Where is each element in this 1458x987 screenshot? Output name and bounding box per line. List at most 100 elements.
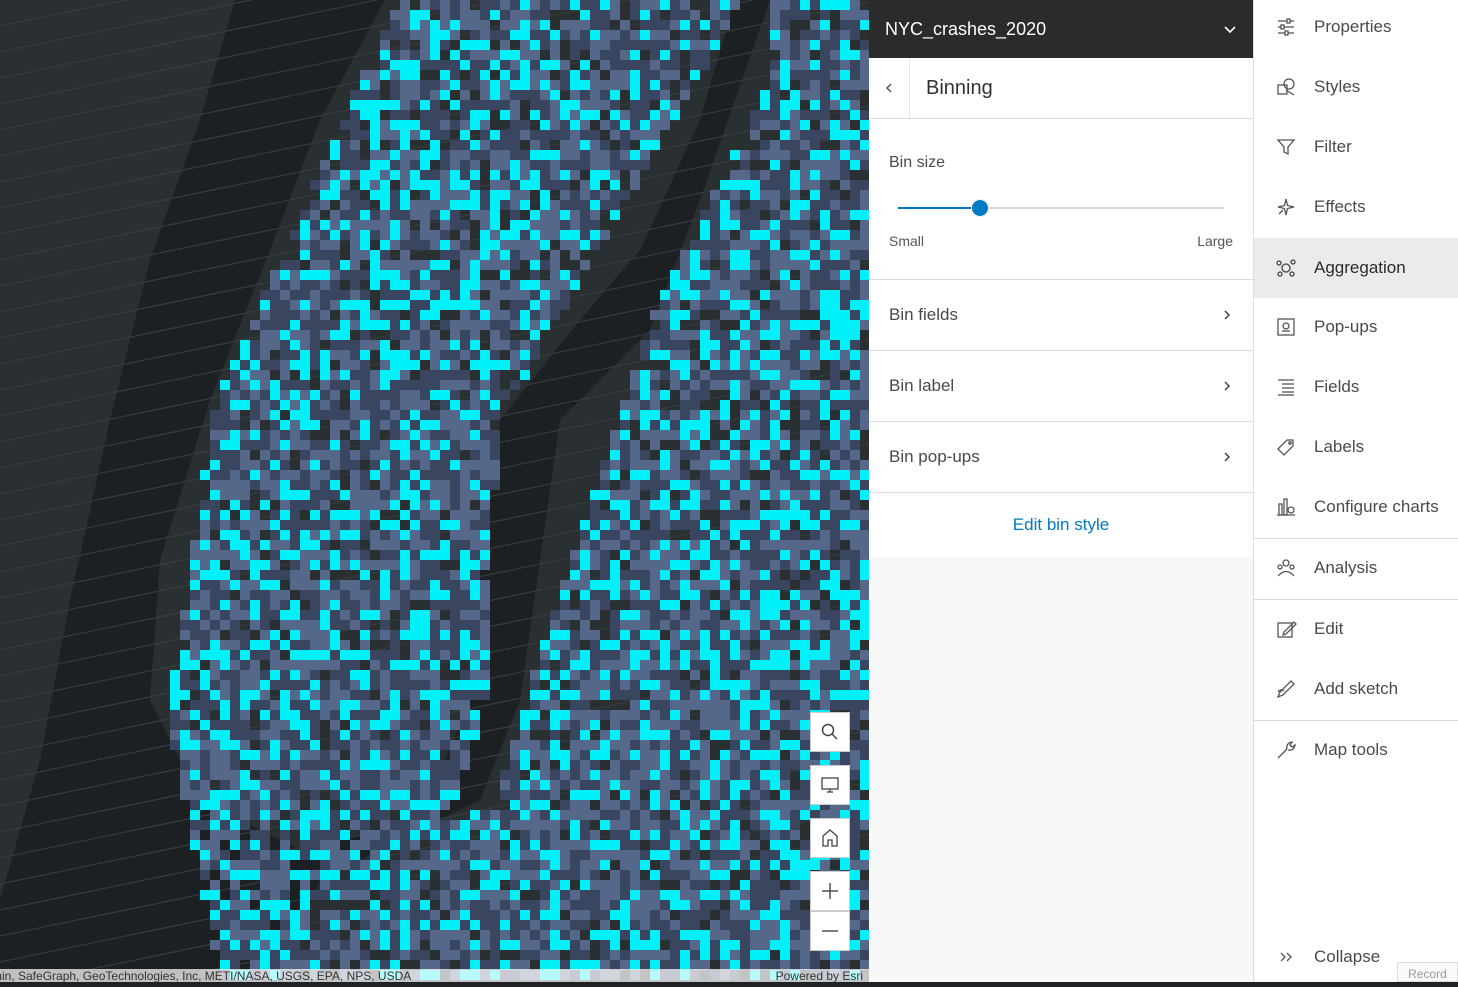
bin-cell[interactable] [280,770,290,780]
bin-cell[interactable] [800,480,810,490]
bin-cell[interactable] [360,590,370,600]
bin-cell[interactable] [220,800,230,810]
bin-cell[interactable] [360,950,370,960]
bin-cell[interactable] [790,590,800,600]
bin-cell[interactable] [480,850,490,860]
bin-cell[interactable] [810,30,820,40]
bin-cell[interactable] [370,260,380,270]
bin-cell[interactable] [800,170,810,180]
bin-cell[interactable] [610,910,620,920]
bin-cell[interactable] [260,460,270,470]
bin-cell[interactable] [470,890,480,900]
bin-cell[interactable] [230,580,240,590]
bin-cell[interactable] [430,230,440,240]
bin-cell[interactable] [540,180,550,190]
bin-cell[interactable] [210,590,220,600]
bin-cell[interactable] [720,420,730,430]
bin-cell[interactable] [480,910,490,920]
bin-cell[interactable] [810,680,820,690]
bin-cell[interactable] [510,230,520,240]
bin-cell[interactable] [670,350,680,360]
bin-cell[interactable] [610,850,620,860]
bin-cell[interactable] [370,470,380,480]
bin-cell[interactable] [580,60,590,70]
bin-cell[interactable] [390,330,400,340]
bin-cell[interactable] [330,450,340,460]
bin-cell[interactable] [640,680,650,690]
bin-cell[interactable] [810,390,820,400]
bin-cell[interactable] [750,620,760,630]
bin-cell[interactable] [730,470,740,480]
bin-cell[interactable] [640,100,650,110]
bin-cell[interactable] [480,520,490,530]
bin-cell[interactable] [670,50,680,60]
bin-cell[interactable] [430,210,440,220]
bin-cell[interactable] [670,660,680,670]
bin-cell[interactable] [480,190,490,200]
bin-cell[interactable] [260,540,270,550]
bin-cell[interactable] [350,810,360,820]
bin-cell[interactable] [270,420,280,430]
bin-cell[interactable] [550,750,560,760]
bin-cell[interactable] [720,670,730,680]
bin-cell[interactable] [180,720,190,730]
bin-cell[interactable] [790,900,800,910]
bin-cell[interactable] [800,770,810,780]
bin-cell[interactable] [650,680,660,690]
bin-cell[interactable] [760,520,770,530]
bin-cell[interactable] [850,690,860,700]
bin-cell[interactable] [790,800,800,810]
bin-cell[interactable] [370,660,380,670]
bin-cell[interactable] [410,50,420,60]
bin-cell[interactable] [360,890,370,900]
bin-cell[interactable] [830,380,840,390]
bin-cell[interactable] [180,650,190,660]
bin-cell[interactable] [440,10,450,20]
bin-cell[interactable] [320,940,330,950]
bin-cell[interactable] [300,930,310,940]
bin-cell[interactable] [800,630,810,640]
bin-cell[interactable] [630,60,640,70]
bin-cell[interactable] [400,220,410,230]
bin-cell[interactable] [750,880,760,890]
bin-cell[interactable] [330,510,340,520]
bin-cell[interactable] [840,70,850,80]
bin-cell[interactable] [800,50,810,60]
bin-cell[interactable] [710,620,720,630]
bin-cell[interactable] [760,800,770,810]
bin-cell[interactable] [420,270,430,280]
bin-cell[interactable] [740,160,750,170]
bin-cell[interactable] [430,290,440,300]
bin-cell[interactable] [580,860,590,870]
bin-cell[interactable] [720,450,730,460]
bin-cell[interactable] [720,770,730,780]
bin-cell[interactable] [580,190,590,200]
bin-cell[interactable] [800,840,810,850]
bin-cell[interactable] [300,610,310,620]
bin-cell[interactable] [260,710,270,720]
bin-cell[interactable] [500,280,510,290]
bin-cell[interactable] [530,720,540,730]
bin-cell[interactable] [420,220,430,230]
bin-cell[interactable] [470,160,480,170]
bin-cell[interactable] [650,30,660,40]
bin-cell[interactable] [430,190,440,200]
bin-cell[interactable] [810,650,820,660]
bin-cell[interactable] [360,380,370,390]
bin-cell[interactable] [750,260,760,270]
bin-cell[interactable] [340,350,350,360]
bin-cell[interactable] [770,770,780,780]
bin-cell[interactable] [840,0,850,10]
bin-cell[interactable] [810,60,820,70]
bin-cell[interactable] [600,490,610,500]
bin-cell[interactable] [450,820,460,830]
bin-cell[interactable] [670,520,680,530]
bin-cell[interactable] [600,20,610,30]
bin-cell[interactable] [490,190,500,200]
bin-cell[interactable] [590,0,600,10]
bin-cell[interactable] [220,710,230,720]
bin-cell[interactable] [420,930,430,940]
bin-cell[interactable] [210,630,220,640]
bin-cell[interactable] [390,90,400,100]
bin-cell[interactable] [310,250,320,260]
